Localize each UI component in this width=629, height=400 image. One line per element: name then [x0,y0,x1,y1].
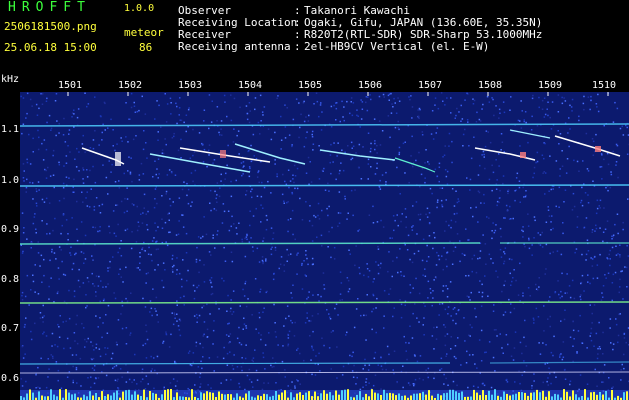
minute-ticks [67,92,609,96]
info-colon: : [294,40,301,53]
x-tick-label: 1503 [178,80,203,91]
axis-unit-label: kHz [1,74,20,85]
meteor-echo [394,157,436,173]
info-value-antenna: 2el-HB9CV Vertical (el. E-W) [304,40,490,53]
carrier-line [20,301,629,304]
app-version: 1.0.0 [124,3,155,14]
info-key-antenna: Receiving antenna [178,40,291,53]
filename: 2506181500.png [4,20,97,33]
y-tick-label: 0.9 [1,224,20,235]
meteor-head-echo [520,152,526,158]
x-tick-label: 1507 [418,80,443,91]
x-tick-label: 1508 [478,80,503,91]
meteor-echoes [81,129,621,173]
x-tick-label: 1509 [538,80,563,91]
x-tick-label: 1510 [592,80,617,91]
carrier-line [20,371,629,374]
meteor-head-echo [220,150,226,158]
x-tick-label: 1506 [358,80,383,91]
meteor-head-echo [115,152,121,166]
carrier-line [20,242,481,245]
app-name: HROFFT [8,0,91,15]
x-tick-label: 1501 [58,80,83,91]
meteor-echo [554,135,621,157]
y-tick-label: 0.8 [1,274,20,285]
noise-field [20,92,629,400]
y-tick-label: 1.1 [1,124,20,135]
x-tick-label: 1502 [118,80,143,91]
meteor-echo [234,143,306,165]
carrier-line [20,184,629,187]
y-tick-label: 0.7 [1,323,20,334]
spectrogram-canvas [20,92,629,400]
meteor-label: meteor [124,26,164,39]
carrier-line [489,361,629,364]
header: HROFFT 1.0.0 2506181500.png meteor 25.06… [0,0,629,72]
datetime: 25.06.18 15:00 [4,41,97,54]
meteor-head-echo [595,146,601,152]
meteor-count: 86 [139,41,153,54]
x-tick-label: 1504 [238,80,263,91]
meteor-echo [509,129,551,139]
x-tick-label: 1505 [298,80,323,91]
y-tick-label: 0.6 [1,373,20,384]
spectrogram [20,92,629,400]
y-tick-label: 1.0 [1,175,20,186]
meteor-echo [319,149,396,161]
